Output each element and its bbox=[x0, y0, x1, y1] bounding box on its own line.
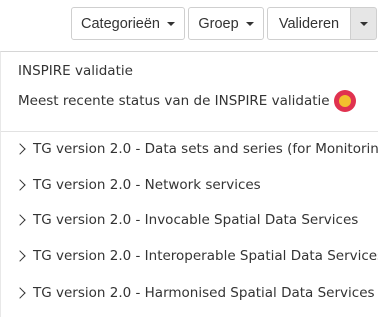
menu-item-label: TG version 2.0 - Invocable Spatial Data … bbox=[33, 212, 359, 228]
menu-item[interactable]: TG version 2.0 - Invocable Spatial Data … bbox=[14, 212, 359, 228]
menu-item[interactable]: TG version 2.0 - Network services bbox=[14, 177, 261, 193]
menu-item[interactable]: TG version 2.0 - Interoperable Spatial D… bbox=[14, 248, 378, 264]
chevron-right-icon bbox=[14, 214, 26, 226]
chevron-right-icon bbox=[14, 143, 26, 155]
toolbar: Categorieën Groep Valideren bbox=[0, 0, 378, 50]
menu-item-label: TG version 2.0 - Network services bbox=[33, 177, 261, 193]
menu-item[interactable]: TG version 2.0 - Data sets and series (f… bbox=[14, 141, 378, 157]
menu-divider bbox=[1, 131, 378, 132]
validate-label: Valideren bbox=[278, 15, 340, 32]
status-text: Meest recente status van de INSPIRE vali… bbox=[18, 93, 330, 109]
menu-item-label: TG version 2.0 - Data sets and series (f… bbox=[33, 141, 378, 157]
chevron-right-icon bbox=[14, 287, 26, 299]
validate-dropdown-toggle[interactable] bbox=[350, 7, 377, 40]
menu-header-title: INSPIRE validatie bbox=[18, 63, 133, 79]
menu-item[interactable]: TG version 2.0 - Harmonised Spatial Data… bbox=[14, 285, 375, 301]
chevron-right-icon bbox=[14, 250, 26, 262]
caret-down-icon bbox=[167, 21, 175, 26]
categories-dropdown-button[interactable]: Categorieën bbox=[71, 7, 185, 40]
caret-down-icon bbox=[245, 21, 254, 26]
group-dropdown-button[interactable]: Groep bbox=[188, 7, 264, 40]
categories-label: Categorieën bbox=[81, 15, 160, 32]
caret-down-icon bbox=[359, 21, 368, 26]
menu-status-link[interactable]: Meest recente status van de INSPIRE vali… bbox=[18, 90, 356, 112]
menu-item-label: TG version 2.0 - Interoperable Spatial D… bbox=[33, 248, 378, 264]
status-warning-icon bbox=[333, 90, 356, 112]
validate-button[interactable]: Valideren bbox=[267, 7, 351, 40]
validate-dropdown-menu: INSPIRE validatie Meest recente status v… bbox=[0, 51, 378, 317]
chevron-right-icon bbox=[14, 179, 26, 191]
menu-item-label: TG version 2.0 - Harmonised Spatial Data… bbox=[33, 285, 375, 301]
group-label: Groep bbox=[198, 15, 239, 32]
